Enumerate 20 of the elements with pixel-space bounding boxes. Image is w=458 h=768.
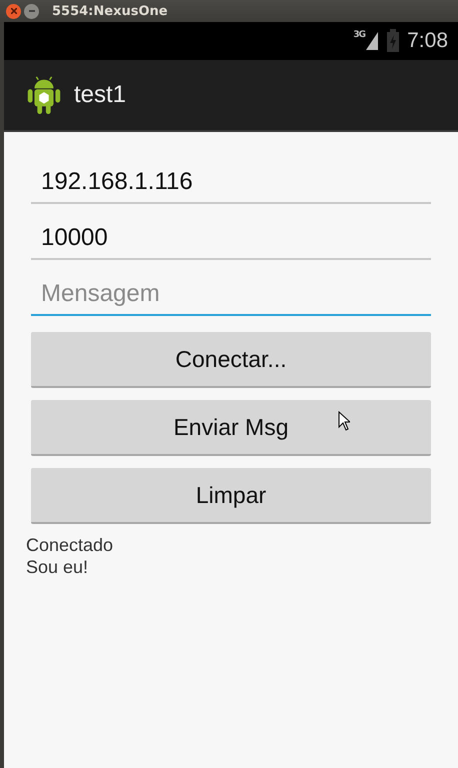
android-robot-icon xyxy=(26,75,62,115)
minimize-button[interactable] xyxy=(24,4,39,18)
text-field[interactable]: 192.168.1.116 xyxy=(31,152,431,204)
minimize-icon xyxy=(28,10,34,12)
log-line: Conectado xyxy=(26,534,114,556)
close-button[interactable] xyxy=(6,4,21,18)
action-button[interactable]: Enviar Msg xyxy=(31,400,431,456)
window-title: 5554:NexusOne xyxy=(52,4,168,18)
action-button[interactable]: Conectar... xyxy=(31,332,431,388)
signal-icon xyxy=(366,32,378,50)
text-field[interactable]: 10000 xyxy=(31,208,431,260)
text-field[interactable]: Mensagem xyxy=(31,264,431,316)
mouse-pointer-icon xyxy=(338,411,350,431)
network-type-label: 3G xyxy=(353,30,365,40)
clock-time: 7:08 xyxy=(407,29,448,53)
app-title: test1 xyxy=(74,81,126,109)
action-button[interactable]: Limpar xyxy=(31,468,431,524)
log-line: Sou eu! xyxy=(26,556,90,578)
close-icon xyxy=(10,8,16,14)
battery-icon xyxy=(386,29,400,53)
